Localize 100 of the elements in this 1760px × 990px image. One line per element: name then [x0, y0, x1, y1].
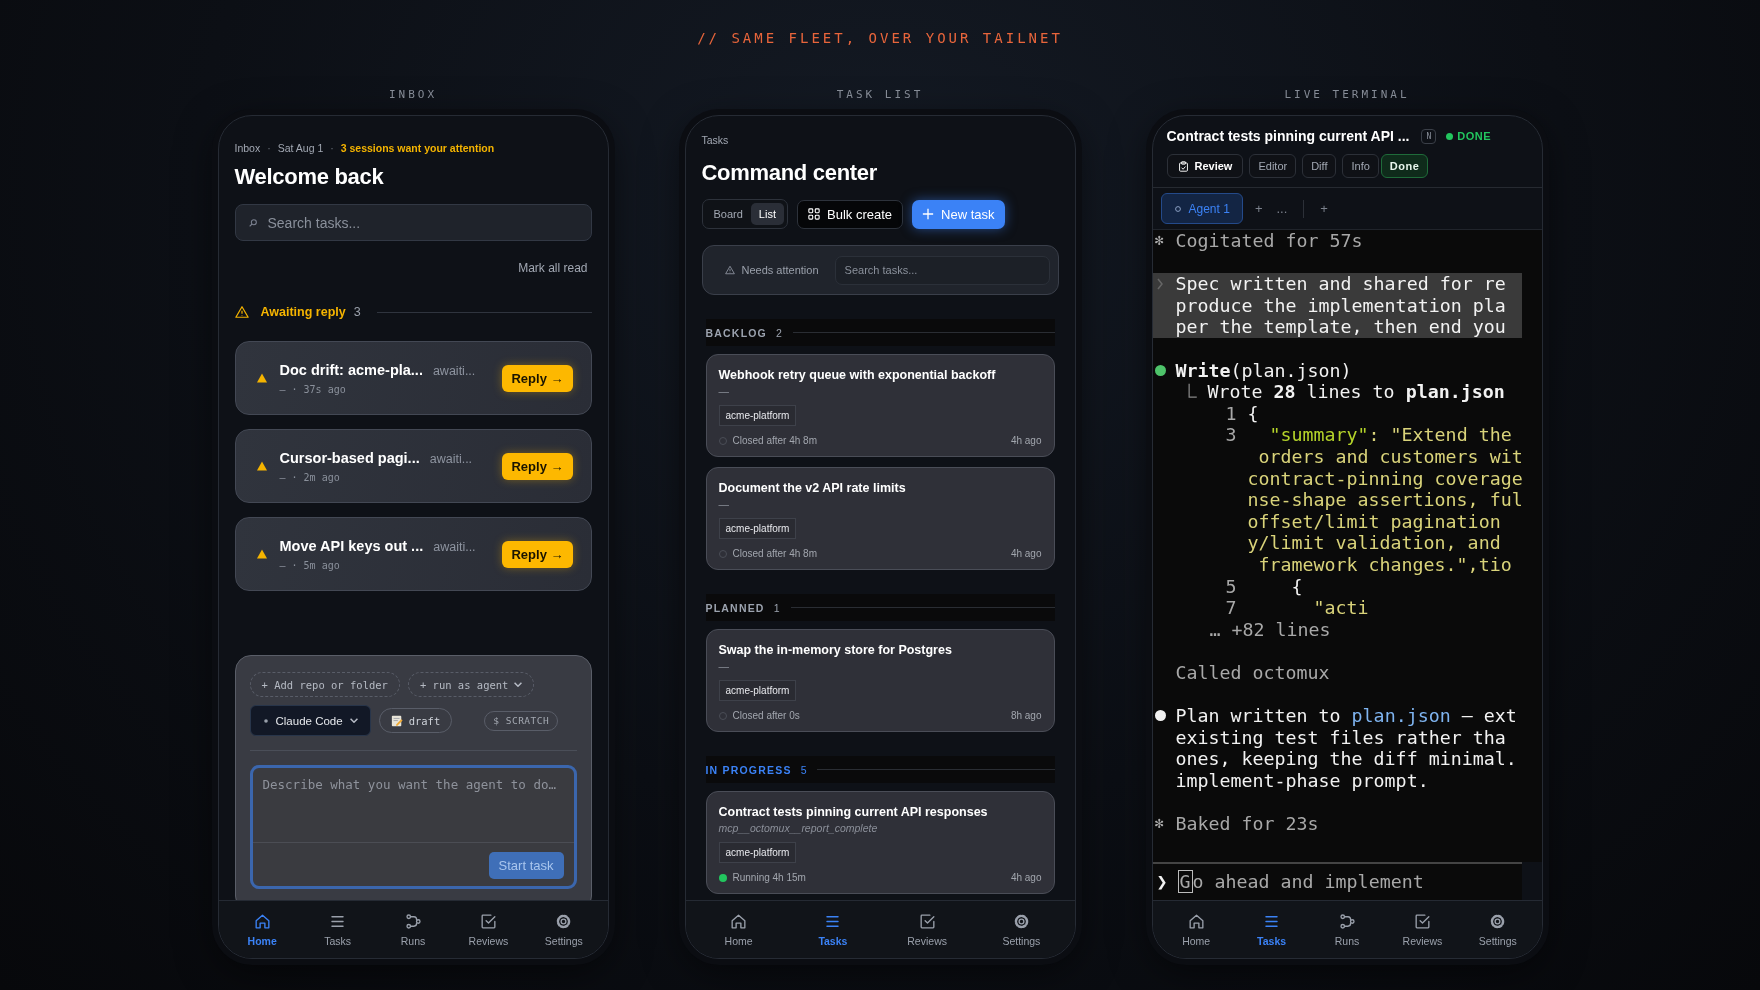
nav-tab[interactable]: Settings	[1460, 912, 1536, 947]
nav-tab[interactable]: Home	[224, 912, 300, 947]
code-text: framework changes.",tio	[1257, 553, 1512, 576]
tool-note: Called octomux	[1175, 661, 1330, 684]
code-text: orders and customers wit	[1257, 445, 1523, 468]
dot-icon	[262, 717, 269, 724]
section-title: Awaiting reply	[260, 305, 346, 319]
status-text: awaiti...	[432, 363, 476, 378]
task-title: Webhook retry queue with exponential backoff	[718, 368, 997, 382]
task-note: —	[718, 660, 730, 674]
clipboard-icon	[1177, 160, 1189, 172]
notepad-icon	[390, 714, 403, 727]
nav-tab[interactable]: Settings	[974, 912, 1069, 947]
code-text: {	[1290, 575, 1303, 598]
add-tab-button[interactable]: +	[1318, 201, 1330, 216]
time-text: — · 5m ago	[279, 559, 341, 571]
mark-all-read-link[interactable]: Mark all read	[518, 261, 588, 275]
warning-icon	[724, 265, 735, 275]
task-title: Document the v2 API rate limits	[718, 481, 907, 495]
nav-tab[interactable]: Settings	[526, 912, 602, 947]
task-age: 8h ago	[1010, 710, 1042, 721]
repo-tag: acme-platform	[718, 842, 797, 863]
asterisk-icon: ✻	[1152, 230, 1176, 252]
inbox-card[interactable]: Move API keys out ... awaiti... — · 5m ago Reply →	[234, 517, 592, 591]
separator-dot: ·	[330, 142, 334, 154]
breadcrumb-text: 3 sessions want your attention	[340, 142, 495, 154]
chevron-icon	[1156, 278, 1163, 290]
task-status: Closed after 0s	[732, 710, 800, 721]
asterisk-icon: ✻	[1152, 813, 1176, 835]
file-link[interactable]: plan.json	[1351, 705, 1451, 727]
nav-tab[interactable]: Tasks	[299, 912, 376, 947]
time-text: — · 2m ago	[279, 471, 341, 483]
task-card[interactable]: Document the v2 API rate limits — acme-platform Closed after 4h 8m 4h ago	[705, 467, 1055, 570]
action-tab[interactable]: Info	[1342, 154, 1379, 178]
agent-message: Plan written to plan.json — ext existing test files rather tha ones, keeping the diff minimal. implement-phase prompt.	[1175, 705, 1517, 792]
nav-tab[interactable]: Home	[1158, 912, 1234, 947]
view-tab[interactable]: Board	[705, 203, 751, 225]
reply-button[interactable]: Reply →	[502, 364, 573, 392]
task-title: Swap the in-memory store for Postgres	[718, 643, 953, 657]
code-text: offset/limit pagination	[1247, 510, 1501, 533]
agent-selector[interactable]: Claude Code	[249, 705, 371, 736]
task-status: Running 4h 15m	[732, 872, 806, 883]
separator-dot: ·	[267, 142, 271, 154]
code-text: "summary": "Extend the	[1268, 424, 1512, 446]
plus-icon	[922, 208, 935, 220]
action-tab[interactable]: Editor	[1249, 154, 1297, 178]
nav-tab[interactable]: Tasks	[785, 912, 880, 947]
card-title: Doc drift: acme-pla...	[279, 361, 423, 378]
group-title: PLANNED	[705, 601, 765, 614]
agent-tab[interactable]: Agent 1	[1160, 193, 1243, 224]
nav-tab[interactable]: Reviews	[1384, 912, 1461, 947]
nav-tab[interactable]: Runs	[1309, 912, 1385, 947]
session-title: Contract tests pinning current API ...	[1166, 128, 1410, 144]
task-age: 4h ago	[1010, 548, 1042, 559]
code-text: y/limit validation, and	[1247, 532, 1501, 554]
line-number: 7	[1225, 597, 1237, 619]
key-badge: N	[1421, 128, 1437, 144]
checkbox-icon	[1412, 912, 1432, 931]
task-card[interactable]: Webhook retry queue with exponential backoff — acme-platform Closed after 4h 8m 4h ago	[705, 354, 1055, 457]
group-count: 5	[800, 763, 807, 776]
nav-tab[interactable]: Reviews	[450, 912, 527, 947]
status-line: Cogitated for 57s	[1175, 230, 1363, 252]
status-line: Baked for 23s	[1175, 813, 1319, 835]
status-text: DONE	[1457, 130, 1492, 142]
done-button[interactable]: Done	[1380, 154, 1429, 178]
code-text: contract-pinning coverage	[1247, 467, 1523, 490]
circle-icon	[1173, 204, 1182, 213]
nav-tab[interactable]: Home	[691, 912, 786, 947]
task-card[interactable]: Swap the in-memory store for Postgres — acme-platform Closed after 0s 8h ago	[705, 629, 1055, 732]
search-field[interactable]: Search tasks...	[234, 204, 592, 241]
action-tab[interactable]: Review	[1166, 154, 1244, 178]
task-age: 4h ago	[1010, 435, 1042, 446]
inbox-card[interactable]: Doc drift: acme-pla... awaiti... — · 37s ago Reply →	[234, 341, 592, 415]
view-tab[interactable]: List	[750, 203, 784, 225]
nav-tab[interactable]: Tasks	[1233, 912, 1310, 947]
bulk-create-button[interactable]: Bulk create	[797, 199, 904, 229]
reply-button[interactable]: Reply →	[502, 540, 573, 568]
repo-tag: acme-platform	[718, 518, 797, 539]
task-title: Contract tests pinning current API responses	[718, 805, 989, 819]
phone-caption: TASK LIST	[836, 88, 924, 101]
reply-button[interactable]: Reply →	[502, 452, 573, 480]
tab-control[interactable]: ...	[1274, 201, 1290, 216]
action-tab[interactable]: Diff	[1302, 154, 1337, 178]
home-icon	[729, 912, 749, 931]
time-text: — · 37s ago	[279, 383, 347, 395]
line-number: 5	[1225, 575, 1237, 598]
nav-tab[interactable]: Reviews	[880, 912, 975, 947]
terminal-input[interactable]: ❯ Go ahead and implement	[1152, 862, 1522, 900]
task-card[interactable]: Contract tests pinning current API responses mcp__octomux__report_complete acme-platform Running 4h 15m 4h ago	[705, 791, 1055, 894]
repo-tag: acme-platform	[718, 680, 797, 701]
group-count: 2	[776, 326, 782, 339]
section-count: 3	[353, 305, 361, 319]
inbox-card[interactable]: Cursor-based pagi... awaiti... — · 2m ago Reply →	[234, 429, 592, 503]
needs-attention-filter[interactable]: Needs attention	[718, 263, 825, 277]
nav-tab[interactable]: Runs	[375, 912, 451, 947]
task-age: 4h ago	[1010, 872, 1042, 883]
search-field[interactable]: Search tasks...	[834, 255, 1050, 285]
tab-control[interactable]: +	[1252, 201, 1265, 216]
new-task-button[interactable]: New task	[912, 199, 1005, 229]
phone-caption: INBOX	[388, 88, 438, 101]
